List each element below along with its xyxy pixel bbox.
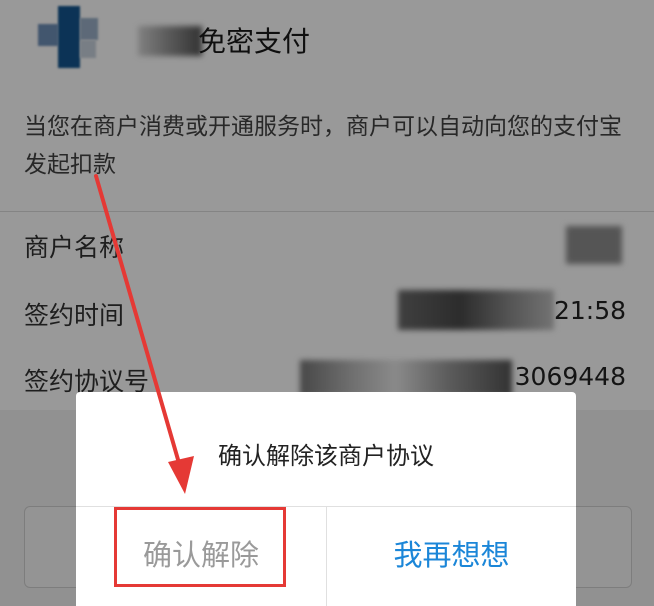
annotation-arrow-icon	[94, 174, 194, 494]
agreement-page: 免密支付 当您在商户消费或开通服务时，商户可以自动向您的支付宝发起扣款 商户名称…	[0, 0, 654, 606]
